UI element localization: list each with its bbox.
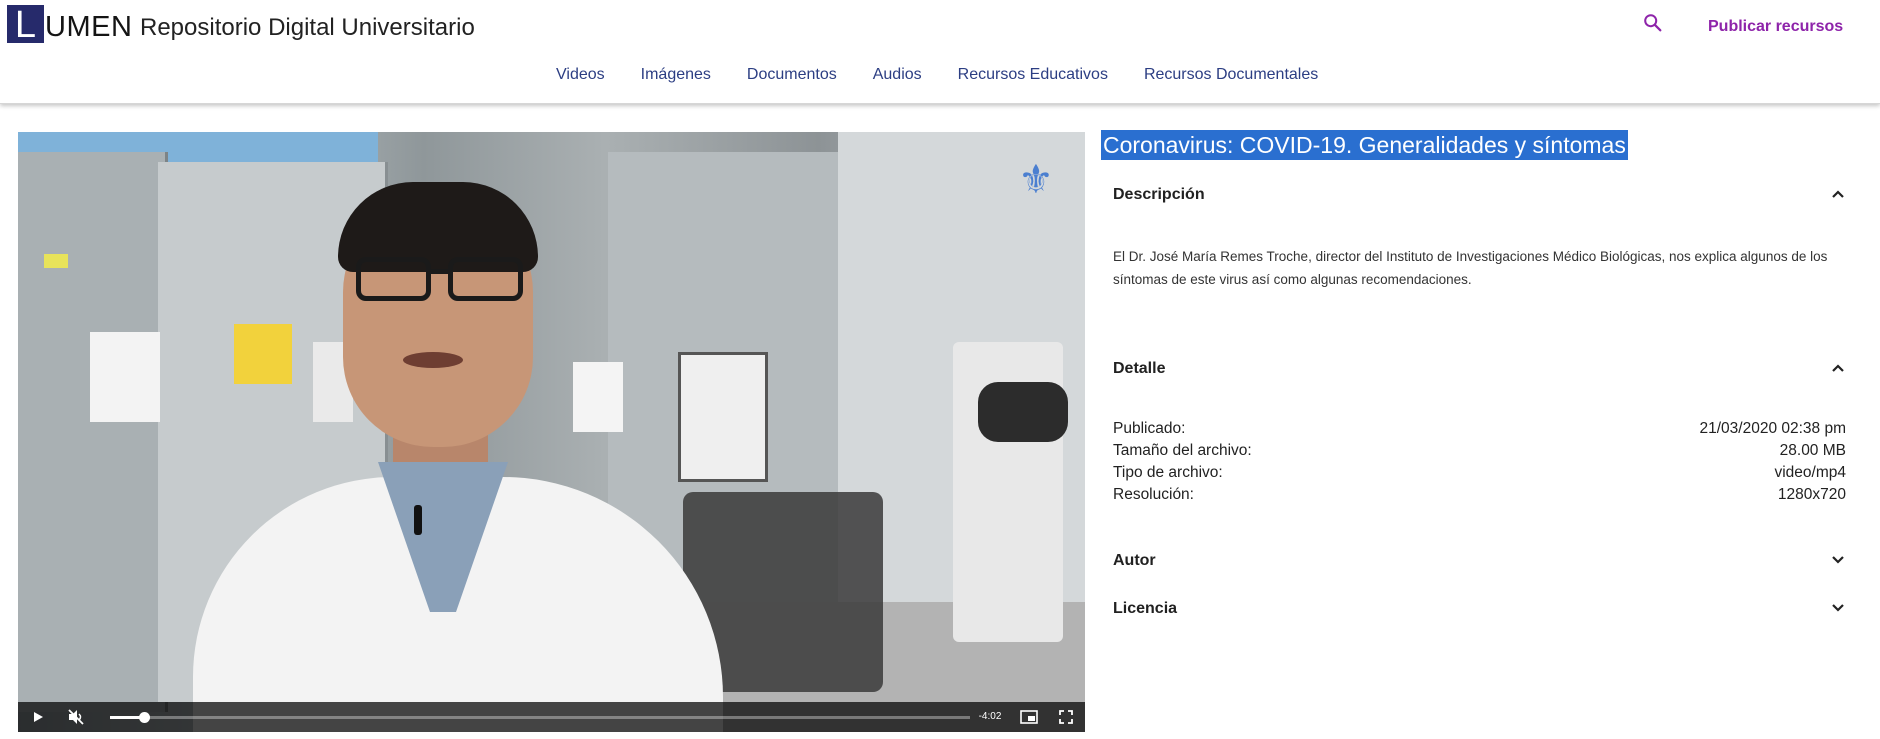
- logo-text: UMEN: [45, 11, 133, 43]
- detail-key: Resolución:: [1113, 486, 1194, 503]
- description-text: El Dr. José María Remes Troche, director…: [1113, 249, 1828, 287]
- detail-row: Tamaño del archivo: 28.00 MB: [1113, 440, 1846, 462]
- detail-value: 21/03/2020 02:38 pm: [1699, 420, 1846, 437]
- video-player[interactable]: ⚜ -4:02: [18, 132, 1085, 732]
- section-label: Descripción: [1113, 186, 1205, 203]
- section-licencia-header[interactable]: Licencia: [1113, 597, 1845, 621]
- time-remaining: -4:02: [978, 711, 1002, 722]
- site-header: L UMEN Repositorio Digital Universitario…: [0, 0, 1880, 104]
- picture-in-picture-icon[interactable]: [1016, 702, 1042, 732]
- section-detalle-header[interactable]: Detalle: [1113, 357, 1845, 381]
- nav-item-recursos-documentales[interactable]: Recursos Documentales: [1144, 66, 1318, 84]
- detail-key: Tamaño del archivo:: [1113, 442, 1252, 459]
- nav-item-imagenes[interactable]: Imágenes: [641, 66, 711, 84]
- lapel-microphone: [414, 505, 422, 535]
- detail-value: 1280x720: [1777, 486, 1846, 503]
- site-title[interactable]: Repositorio Digital Universitario: [140, 14, 475, 42]
- detail-list: Publicado: 21/03/2020 02:38 pm Tamaño de…: [1113, 418, 1846, 506]
- publish-resources-button[interactable]: Publicar recursos: [1708, 18, 1843, 36]
- play-icon[interactable]: [26, 702, 50, 732]
- video-progress-bar[interactable]: [110, 712, 970, 723]
- detail-row: Resolución: 1280x720: [1113, 484, 1846, 506]
- fullscreen-icon[interactable]: [1053, 702, 1079, 732]
- nav-item-audios[interactable]: Audios: [873, 66, 922, 84]
- chevron-up-icon: [1831, 360, 1845, 378]
- section-label: Autor: [1113, 552, 1156, 569]
- section-label: Licencia: [1113, 600, 1178, 617]
- search-icon[interactable]: [1642, 12, 1664, 34]
- resource-title: Coronavirus: COVID-19. Generalidades y s…: [1101, 130, 1628, 160]
- detail-value: 28.00 MB: [1779, 442, 1846, 459]
- detail-row: Tipo de archivo: video/mp4: [1113, 462, 1846, 484]
- detail-key: Publicado:: [1113, 420, 1186, 437]
- section-label: Detalle: [1113, 360, 1166, 377]
- nav-item-videos[interactable]: Videos: [556, 66, 605, 84]
- main-nav: Videos Imágenes Documentos Audios Recurs…: [556, 66, 1354, 84]
- chevron-down-icon: [1831, 552, 1845, 570]
- detail-key: Tipo de archivo:: [1113, 464, 1223, 481]
- section-descripcion-header[interactable]: Descripción: [1113, 183, 1845, 207]
- detail-row: Publicado: 21/03/2020 02:38 pm: [1113, 418, 1846, 440]
- chevron-down-icon: [1831, 600, 1845, 618]
- video-controls-bar: -4:02: [18, 702, 1085, 732]
- logo-initial: L: [7, 5, 44, 45]
- university-emblem-icon: ⚜: [1018, 158, 1054, 202]
- nav-item-recursos-educativos[interactable]: Recursos Educativos: [958, 66, 1108, 84]
- nav-item-documentos[interactable]: Documentos: [747, 66, 837, 84]
- detail-value: video/mp4: [1774, 464, 1846, 481]
- lumen-logo[interactable]: L UMEN: [7, 3, 133, 45]
- section-autor-header[interactable]: Autor: [1113, 549, 1845, 573]
- chevron-up-icon: [1831, 186, 1845, 204]
- progress-handle[interactable]: [139, 712, 151, 723]
- volume-muted-icon[interactable]: [64, 702, 88, 732]
